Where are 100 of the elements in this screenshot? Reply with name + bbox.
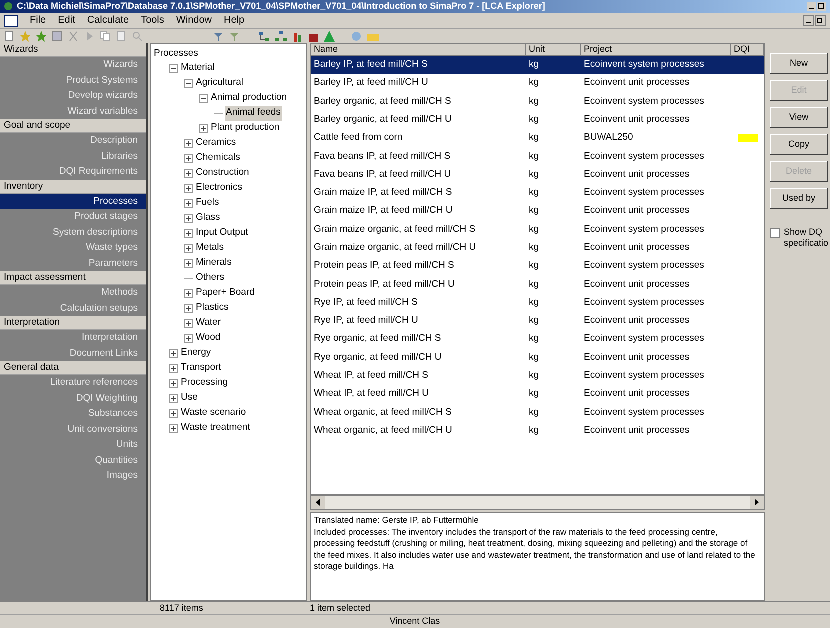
expand-icon[interactable] xyxy=(184,139,193,148)
expand-icon[interactable] xyxy=(184,169,193,178)
menu-item[interactable]: File xyxy=(30,13,46,28)
tree-item[interactable]: Use xyxy=(180,391,199,406)
tree-item[interactable]: Metals xyxy=(195,241,225,256)
tree-item[interactable]: Transport xyxy=(180,361,222,376)
tree-item[interactable]: Energy xyxy=(180,346,212,361)
tree-item[interactable]: Minerals xyxy=(195,256,233,271)
checkbox[interactable] xyxy=(770,228,780,238)
table-row[interactable]: Wheat organic, at feed mill/CH U kg Ecoinvent unit processes xyxy=(311,422,764,440)
network-icon[interactable] xyxy=(258,30,270,42)
tree-item[interactable]: Animal production xyxy=(210,91,288,106)
tree-item[interactable]: Input Output xyxy=(195,226,250,241)
table-row[interactable]: Barley IP, at feed mill/CH U kg Ecoinvent unit processes xyxy=(311,74,764,93)
action-button[interactable]: Copy xyxy=(770,134,828,155)
new-file-icon[interactable] xyxy=(4,30,15,42)
expand-icon[interactable] xyxy=(184,259,193,268)
section-header[interactable]: Goal and scope xyxy=(0,119,146,133)
table-row[interactable]: Wheat organic, at feed mill/CH S kg Ecoinvent system processes xyxy=(311,404,764,422)
table-row[interactable]: Barley organic, at feed mill/CH S kg Ecoinvent system processes xyxy=(311,92,764,111)
expand-icon[interactable] xyxy=(184,334,193,343)
tree-item[interactable]: Water xyxy=(195,316,222,331)
minimize-icon[interactable] xyxy=(807,2,816,11)
expand-icon[interactable] xyxy=(184,214,193,223)
tree-icon[interactable] xyxy=(275,30,287,42)
menu-item[interactable]: Window xyxy=(176,13,212,28)
action-button[interactable]: Used by xyxy=(770,188,828,209)
star-icon[interactable] xyxy=(20,30,31,42)
tree-item[interactable]: Animal feeds xyxy=(225,106,282,121)
expand-icon[interactable] xyxy=(169,424,178,433)
expand-icon[interactable] xyxy=(184,319,193,328)
table-row[interactable]: Grain maize IP, at feed mill/CH S kg Ecoinvent system processes xyxy=(311,184,764,202)
tree-item[interactable]: Wood xyxy=(195,331,222,346)
expand-icon[interactable] xyxy=(169,409,178,418)
table-row[interactable]: Rye IP, at feed mill/CH U kg Ecoinvent unit processes xyxy=(311,312,764,330)
menu-item[interactable]: Calculate xyxy=(87,13,130,28)
checkbox-label[interactable]: specificatio xyxy=(784,238,829,249)
table-row[interactable]: Wheat IP, at feed mill/CH S kg Ecoinvent system processes xyxy=(311,367,764,386)
collapse-icon[interactable] xyxy=(169,64,178,73)
column-header[interactable]: Name xyxy=(311,44,526,56)
menu-item[interactable]: Tools xyxy=(141,13,164,28)
tree-item[interactable]: Construction xyxy=(195,166,250,181)
table-row[interactable]: Barley IP, at feed mill/CH S kg Ecoinvent system processes xyxy=(311,56,764,74)
expand-icon[interactable] xyxy=(184,289,193,298)
sidebar-item[interactable]: Processes xyxy=(0,194,146,209)
checkbox-label[interactable]: Show DQ xyxy=(784,227,829,238)
expand-icon[interactable] xyxy=(184,229,193,238)
horizontal-scrollbar[interactable] xyxy=(310,495,765,510)
expand-icon[interactable] xyxy=(169,364,178,373)
tree-item[interactable]: Ceramics xyxy=(195,136,238,151)
table-row[interactable]: Rye IP, at feed mill/CH S kg Ecoinvent system processes xyxy=(311,294,764,312)
column-header[interactable]: DQI xyxy=(731,44,764,56)
table-row[interactable]: Protein peas IP, at feed mill/CH S kg Ecoinvent system processes xyxy=(311,257,764,276)
table-row[interactable]: Rye organic, at feed mill/CH U kg Ecoinvent unit processes xyxy=(311,348,764,368)
expand-icon[interactable] xyxy=(199,124,208,133)
collapse-icon[interactable] xyxy=(199,94,208,103)
tree-item[interactable]: Waste scenario xyxy=(180,406,248,421)
tree-item[interactable]: Paper+ Board xyxy=(195,286,256,301)
tree-item[interactable]: Processing xyxy=(180,376,229,391)
tree-item[interactable]: Plant production xyxy=(210,121,281,136)
scroll-right-icon[interactable] xyxy=(750,496,764,509)
expand-icon[interactable] xyxy=(184,184,193,193)
tree-item[interactable]: Material xyxy=(180,61,216,76)
star-icon[interactable] xyxy=(36,30,47,42)
expand-icon[interactable] xyxy=(169,394,178,403)
expand-icon[interactable] xyxy=(184,244,193,253)
table-row[interactable]: Grain maize organic, at feed mill/CH S kg Ecoinvent system processes xyxy=(311,220,764,239)
section-header[interactable]: Inventory xyxy=(0,180,146,194)
tree-item[interactable]: Electronics xyxy=(195,181,244,196)
tree-item[interactable]: Chemicals xyxy=(195,151,242,166)
table-row[interactable]: Protein peas IP, at feed mill/CH U kg Ecoinvent unit processes xyxy=(311,276,764,294)
action-button[interactable]: View xyxy=(770,107,828,128)
tree-root[interactable]: Processes xyxy=(154,46,306,61)
action-button[interactable]: New xyxy=(770,53,828,74)
scroll-left-icon[interactable] xyxy=(311,496,325,509)
section-header[interactable]: Interpretation xyxy=(0,316,146,330)
tree-item[interactable]: Fuels xyxy=(195,196,220,211)
expand-icon[interactable] xyxy=(184,199,193,208)
tree-item[interactable]: Glass xyxy=(195,211,222,226)
table-row[interactable]: Fava beans IP, at feed mill/CH U kg Ecoinvent unit processes xyxy=(311,166,764,184)
column-header[interactable]: Project xyxy=(581,44,731,56)
table-row[interactable]: Grain maize organic, at feed mill/CH U kg Ecoinvent unit processes xyxy=(311,238,764,258)
restore-icon[interactable] xyxy=(815,15,826,26)
maximize-icon[interactable] xyxy=(817,2,826,11)
tree-item[interactable]: Agricultural xyxy=(195,76,245,91)
expand-icon[interactable] xyxy=(184,154,193,163)
table-row[interactable]: Grain maize IP, at feed mill/CH U kg Ecoinvent unit processes xyxy=(311,202,764,221)
menu-item[interactable]: Help xyxy=(224,13,245,28)
tree-item[interactable]: Plastics xyxy=(195,301,230,316)
table-row[interactable]: Rye organic, at feed mill/CH S kg Ecoinvent system processes xyxy=(311,330,764,349)
table-row[interactable]: Barley organic, at feed mill/CH U kg Ecoinvent unit processes xyxy=(311,110,764,130)
menu-item[interactable]: Edit xyxy=(58,13,76,28)
tree-item[interactable]: Waste treatment xyxy=(180,421,252,436)
expand-icon[interactable] xyxy=(184,304,193,313)
table-row[interactable]: Fava beans IP, at feed mill/CH S kg Ecoinvent system processes xyxy=(311,147,764,166)
table-row[interactable]: Cattle feed from corn kg BUWAL250 xyxy=(311,129,764,148)
expand-icon[interactable] xyxy=(169,349,178,358)
section-header[interactable]: Impact assessment xyxy=(0,271,146,285)
column-header[interactable]: Unit xyxy=(526,44,581,56)
table-row[interactable]: Wheat IP, at feed mill/CH U kg Ecoinvent unit processes xyxy=(311,385,764,404)
